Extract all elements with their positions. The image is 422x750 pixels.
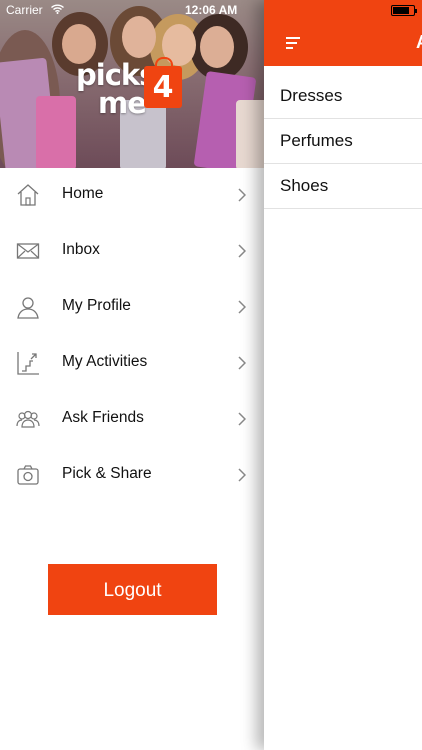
- side-drawer: picks me 4 Home Inbox My Profile My Acti…: [0, 0, 264, 750]
- clock: 12:06 AM: [185, 3, 238, 17]
- menu-item-ask-friends[interactable]: Ask Friends: [0, 391, 264, 447]
- category-label: Shoes: [280, 176, 329, 195]
- drawer-menu: Home Inbox My Profile My Activities Ask …: [0, 167, 264, 503]
- menu-label-pick-and-share: Pick & Share: [62, 465, 152, 482]
- menu-item-inbox[interactable]: Inbox: [0, 223, 264, 279]
- chevron-right-icon: [238, 244, 246, 258]
- nav-title: A: [416, 32, 422, 53]
- chevron-right-icon: [238, 412, 246, 426]
- menu-item-my-profile[interactable]: My Profile: [0, 279, 264, 335]
- camera-icon: [17, 465, 39, 485]
- hamburger-menu-icon[interactable]: [286, 37, 302, 49]
- chevron-right-icon: [238, 300, 246, 314]
- chevron-right-icon: [238, 356, 246, 370]
- menu-label-ask-friends: Ask Friends: [62, 409, 144, 426]
- menu-label-inbox: Inbox: [62, 241, 100, 258]
- menu-item-home[interactable]: Home: [0, 167, 264, 223]
- category-label: Perfumes: [280, 131, 353, 150]
- home-icon: [17, 184, 39, 206]
- group-icon: [16, 410, 40, 428]
- logout-button[interactable]: Logout: [48, 564, 217, 615]
- chevron-right-icon: [238, 468, 246, 482]
- battery-icon: [391, 5, 417, 16]
- category-item-dresses[interactable]: Dresses: [264, 74, 422, 119]
- category-list: Dresses Perfumes Shoes: [264, 74, 422, 209]
- shopping-bag-icon: 4: [144, 57, 182, 108]
- header-banner-image: picks me 4: [0, 0, 264, 168]
- category-label: Dresses: [280, 86, 343, 105]
- category-item-perfumes[interactable]: Perfumes: [264, 119, 422, 164]
- activity-stairs-icon: [17, 352, 39, 375]
- envelope-icon: [16, 243, 40, 259]
- menu-item-my-activities[interactable]: My Activities: [0, 335, 264, 391]
- wifi-icon: [51, 4, 64, 14]
- logo-number: 4: [152, 70, 174, 105]
- carrier-label: Carrier: [6, 3, 43, 17]
- category-item-shoes[interactable]: Shoes: [264, 164, 422, 209]
- menu-label-home: Home: [62, 185, 104, 202]
- status-bar: Carrier 12:06 AM: [0, 0, 422, 20]
- main-panel: A Dresses Perfumes Shoes: [264, 0, 422, 750]
- logo-word-me: me: [98, 86, 147, 120]
- person-icon: [17, 297, 39, 319]
- menu-label-my-profile: My Profile: [62, 297, 131, 314]
- menu-item-pick-and-share[interactable]: Pick & Share: [0, 447, 264, 503]
- app-logo: picks me 4: [74, 57, 194, 120]
- chevron-right-icon: [238, 188, 246, 202]
- menu-label-my-activities: My Activities: [62, 353, 148, 370]
